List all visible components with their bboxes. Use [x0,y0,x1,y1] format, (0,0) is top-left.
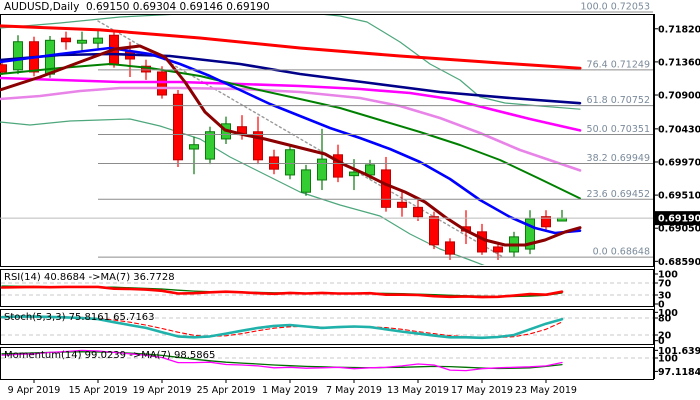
candle[interactable] [429,216,439,246]
rsi-axis-label: 70 [658,279,672,290]
fib-label: 100.0 0.72053 [580,2,650,13]
fib-label: 61.8 0.70752 [587,95,650,106]
time-axis-label: 19 Apr 2019 [133,385,192,396]
candle[interactable] [157,71,167,96]
main-panel[interactable] [0,14,654,267]
rsi-label: RSI(14) 40.8684 ->MA(7) 36.7728 [4,272,175,283]
momentum-axis-label: 97.1184 [658,367,700,378]
candle[interactable] [349,171,359,177]
price-axis-label: 0.70430 [658,124,700,135]
price-chart[interactable]: 100.0 0.72053 76.4 0.71249 61.8 0.70752 50.… [0,0,700,400]
panel-frames [0,14,655,380]
time-axis-label: 23 May 2019 [515,385,577,396]
candle[interactable] [173,93,183,161]
momentum-axis-label: 100 [658,354,678,365]
fib-label: 38.2 0.69949 [587,153,650,164]
candle[interactable] [445,241,455,255]
candle[interactable] [93,37,103,44]
chart-window: AUDUSD,Daily 0.69150 0.69304 0.69146 0.6… [0,0,700,400]
price-axis-label: 0.69970 [658,157,700,168]
chart-title: AUDUSD,Daily 0.69150 0.69304 0.69146 0.6… [4,1,270,13]
candle[interactable] [285,149,295,176]
price-axis-label: 0.69510 [658,191,700,202]
candle[interactable] [205,131,215,160]
time-axis-label: 7 May 2019 [326,385,382,396]
fib-label: 23.6 0.69452 [587,189,650,200]
candle[interactable] [0,64,7,73]
time-axis-label: 13 May 2019 [387,385,449,396]
candle[interactable] [61,37,71,43]
time-axis-label: 17 May 2019 [451,385,513,396]
candle[interactable] [477,231,487,253]
price-axis-label: 0.70900 [658,91,700,102]
price-axis-label: 0.71820 [658,24,700,35]
fib-label: 0.0 0.68648 [593,247,650,258]
candle[interactable] [493,246,503,253]
fib-label: 50.0 0.70351 [587,124,650,135]
fib-label: 76.4 0.71249 [587,59,650,70]
time-axis-label: 1 May 2019 [262,385,318,396]
time-axis[interactable]: 9 Apr 2019 15 Apr 2019 19 Apr 2019 25 Apr 2… [8,379,577,396]
momentum-label: Momentum(14) 99.0239 ->MA(7) 98.5865 [4,350,215,361]
candle[interactable] [13,41,23,71]
time-axis-label: 9 Apr 2019 [8,385,61,396]
time-axis-label: 15 Apr 2019 [69,385,128,396]
candle[interactable] [317,158,327,181]
candle[interactable] [381,169,391,208]
candle[interactable] [77,39,87,44]
candle[interactable] [397,201,407,208]
price-axis-label: 0.68590 [658,257,700,268]
current-price-label: 0.69190 [658,214,700,225]
candle[interactable] [413,206,423,218]
price-axis-label: 0.71360 [658,57,700,68]
stochastic-axis-label: 80 [658,314,672,325]
candle[interactable] [189,144,199,150]
time-axis-label: 25 Apr 2019 [197,385,256,396]
price-axis-label: 0.69050 [658,224,700,235]
price-axis[interactable]: 0.71820 0.71360 0.70900 0.70430 0.69970 0.695… [654,24,700,268]
candle[interactable] [301,169,311,193]
stochastic-label: Stoch(5,3,3) 75.8161 65.7163 [4,312,155,323]
